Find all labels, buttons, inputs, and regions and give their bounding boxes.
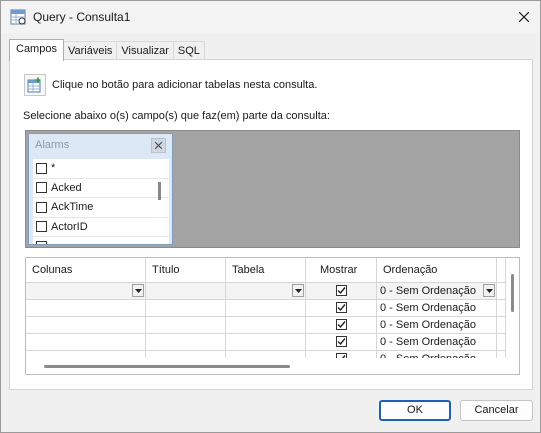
table-box-close-button[interactable] <box>151 138 166 153</box>
column-header-colunas[interactable]: Colunas <box>26 258 146 283</box>
table-box-alarms[interactable]: Alarms * Acked AckTime ActorID <box>28 133 173 245</box>
checkmark-icon <box>337 304 346 312</box>
field-checkbox[interactable] <box>36 182 47 194</box>
query-dialog: Query - Consulta1 Campos Variáveis Visua… <box>0 0 541 433</box>
cell-partial <box>497 317 506 334</box>
checkmark-icon <box>337 287 346 295</box>
tab-variaveis[interactable]: Variáveis <box>62 41 118 61</box>
campos-panel: Clique no botão para adicionar tabelas n… <box>9 59 533 390</box>
cell-coluna[interactable] <box>26 334 146 351</box>
cell-titulo[interactable] <box>146 300 226 317</box>
cell-ordenacao[interactable]: 0 - Sem Ordenação <box>377 283 497 300</box>
field-item[interactable] <box>33 237 169 244</box>
cell-partial <box>497 300 506 317</box>
chevron-down-icon <box>134 288 142 293</box>
field-checkbox[interactable] <box>36 162 47 174</box>
column-header-tabela[interactable]: Tabela <box>226 258 306 283</box>
show-checkbox[interactable] <box>336 319 347 330</box>
field-item[interactable]: AckTime <box>33 198 169 218</box>
column-header-mostrar[interactable]: Mostrar <box>306 258 377 283</box>
cell-tabela[interactable] <box>226 300 306 317</box>
dropdown-button[interactable] <box>132 284 144 297</box>
cell-ordenacao-text: 0 - Sem Ordenação <box>380 319 476 331</box>
table-row: 0 - Sem Ordenação <box>26 317 506 334</box>
cell-partial <box>497 334 506 351</box>
grid-horizontal-scrollbar[interactable] <box>26 358 506 374</box>
table-row: 0 - Sem Ordenação <box>26 283 506 300</box>
show-checkbox[interactable] <box>336 285 347 296</box>
dropdown-button[interactable] <box>292 284 304 297</box>
show-checkbox[interactable] <box>336 336 347 347</box>
cell-mostrar[interactable] <box>306 300 377 317</box>
chevron-down-icon <box>485 288 493 293</box>
chevron-down-icon <box>294 288 302 293</box>
field-name: ActorID <box>51 220 88 233</box>
add-table-button[interactable] <box>24 74 46 96</box>
table-list-scrollbar[interactable] <box>158 182 161 200</box>
table-field-list: * Acked AckTime ActorID <box>33 159 169 244</box>
vertical-scroll-thumb[interactable] <box>511 274 514 312</box>
title-bar: Query - Consulta1 <box>1 1 540 33</box>
field-item[interactable]: * <box>33 159 169 179</box>
table-diagram-area[interactable]: Alarms * Acked AckTime ActorID <box>25 130 520 248</box>
query-app-icon <box>10 9 26 25</box>
fields-grid: Colunas Título Tabela Mostrar Ordenação … <box>25 257 520 375</box>
dropdown-button[interactable] <box>483 284 495 297</box>
cell-tabela[interactable] <box>226 317 306 334</box>
field-item[interactable]: ActorID <box>33 218 169 237</box>
cancel-button[interactable]: Cancelar <box>460 400 533 421</box>
column-header-partial <box>497 258 506 283</box>
cell-tabela[interactable] <box>226 283 306 300</box>
horizontal-scroll-thumb[interactable] <box>44 365 290 368</box>
field-name: * <box>51 162 56 175</box>
add-table-icon <box>27 77 41 93</box>
field-checkbox[interactable] <box>36 240 47 244</box>
hint-row: Clique no botão para adicionar tabelas n… <box>24 74 317 96</box>
checkmark-icon <box>337 321 346 329</box>
tab-strip: Campos Variáveis Visualizar SQL <box>9 39 205 61</box>
field-checkbox[interactable] <box>36 221 47 233</box>
cell-mostrar[interactable] <box>306 283 377 300</box>
cell-ordenacao-text: 0 - Sem Ordenação <box>380 285 476 297</box>
cell-mostrar[interactable] <box>306 334 377 351</box>
window-title: Query - Consulta1 <box>33 10 131 24</box>
cell-tabela[interactable] <box>226 334 306 351</box>
cell-coluna[interactable] <box>26 283 146 300</box>
hint-text: Clique no botão para adicionar tabelas n… <box>52 79 318 91</box>
cell-ordenacao-text: 0 - Sem Ordenação <box>380 336 476 348</box>
close-icon <box>155 142 162 149</box>
cell-ordenacao[interactable]: 0 - Sem Ordenação <box>377 317 497 334</box>
cell-titulo[interactable] <box>146 283 226 300</box>
tab-sql[interactable]: SQL <box>172 41 205 61</box>
cell-coluna[interactable] <box>26 300 146 317</box>
field-checkbox[interactable] <box>36 201 47 213</box>
close-button[interactable] <box>511 5 537 29</box>
column-header-titulo[interactable]: Título <box>146 258 226 283</box>
field-name: AckTime <box>51 201 94 214</box>
field-name: Acked <box>51 181 82 194</box>
cell-ordenacao-text: 0 - Sem Ordenação <box>380 302 476 314</box>
close-icon <box>519 12 529 22</box>
grid-vertical-scrollbar[interactable] <box>506 258 519 374</box>
column-header-ordenacao[interactable]: Ordenação <box>377 258 497 283</box>
cell-partial <box>497 283 506 300</box>
cell-titulo[interactable] <box>146 334 226 351</box>
table-box-header[interactable]: Alarms <box>29 134 172 156</box>
select-fields-label: Selecione abaixo o(s) campo(s) que faz(e… <box>23 110 330 122</box>
table-row: 0 - Sem Ordenação <box>26 300 506 317</box>
tab-campos[interactable]: Campos <box>9 39 64 61</box>
cell-mostrar[interactable] <box>306 317 377 334</box>
table-box-title: Alarms <box>35 139 70 151</box>
cell-titulo[interactable] <box>146 317 226 334</box>
tab-visualizar[interactable]: Visualizar <box>116 41 174 61</box>
ok-button[interactable]: OK <box>379 400 451 421</box>
cell-ordenacao[interactable]: 0 - Sem Ordenação <box>377 300 497 317</box>
table-row: 0 - Sem Ordenação <box>26 334 506 351</box>
checkmark-icon <box>337 338 346 346</box>
show-checkbox[interactable] <box>336 302 347 313</box>
cell-ordenacao[interactable]: 0 - Sem Ordenação <box>377 334 497 351</box>
field-item[interactable]: Acked <box>33 179 169 198</box>
cell-coluna[interactable] <box>26 317 146 334</box>
